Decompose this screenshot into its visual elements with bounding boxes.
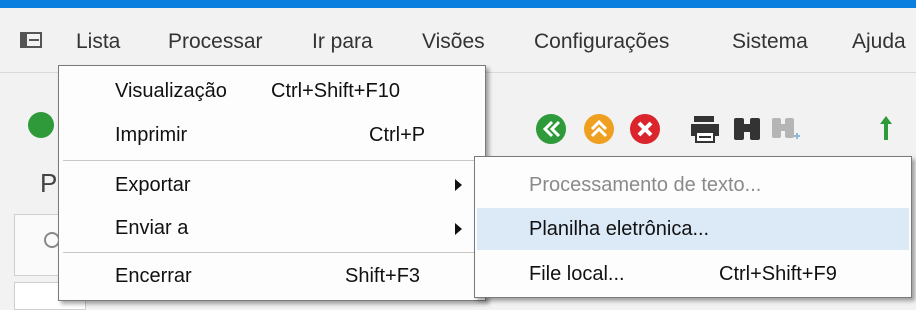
- menu-configuracoes[interactable]: Configurações: [534, 30, 669, 54]
- menu-item-encerrar-label: Encerrar: [115, 265, 192, 287]
- menu-processar[interactable]: Processar: [168, 30, 263, 54]
- submenu-item-planilha-eletronica[interactable]: Planilha eletrônica...: [529, 218, 709, 241]
- shortcut-encerrar: Shift+F3: [345, 265, 421, 287]
- exportar-submenu: Processamento de texto... Planilha eletr…: [474, 156, 912, 298]
- submenu-item-processamento-label: Processamento de texto...: [529, 174, 762, 196]
- menu-ajuda-label: Ajuda: [852, 30, 906, 53]
- back-icon[interactable]: [534, 112, 568, 146]
- find-next-icon[interactable]: [768, 112, 802, 146]
- menu-item-exportar[interactable]: Exportar: [115, 174, 191, 197]
- menu-visoes-label: Visões: [422, 30, 485, 53]
- menu-ir-para-label: Ir para: [312, 30, 373, 53]
- menu-item-imprimir-label: Imprimir: [115, 124, 188, 146]
- window-top-accent: [0, 0, 916, 8]
- menu-item-encerrar[interactable]: Encerrar: [115, 265, 192, 288]
- menu-sistema[interactable]: Sistema: [732, 30, 808, 54]
- menu-sistema-label: Sistema: [732, 30, 808, 53]
- print-icon[interactable]: [688, 112, 722, 146]
- submenu-item-processamento-de-texto: Processamento de texto...: [529, 174, 761, 197]
- shortcut-file-local: Ctrl+Shift+F9: [719, 263, 837, 285]
- submenu-item-planilha-label: Planilha eletrônica...: [529, 218, 710, 240]
- submenu-arrow-icon: [455, 179, 462, 191]
- menu-lista-label: Lista: [76, 30, 121, 53]
- menu-item-enviar-a[interactable]: Enviar a: [115, 217, 188, 240]
- menu-processar-label: Processar: [168, 30, 263, 53]
- menu-configuracoes-label: Configurações: [534, 30, 670, 53]
- shortcut-imprimir: Ctrl+P: [369, 124, 426, 146]
- menu-separator: [63, 160, 479, 161]
- lista-dropdown-menu: Visualização Ctrl+Shift+F10 Imprimir Ctr…: [58, 65, 486, 301]
- menu-lista[interactable]: Lista: [76, 30, 120, 54]
- menu-ir-para[interactable]: Ir para: [312, 30, 373, 54]
- sap-menu-icon[interactable]: [20, 32, 42, 48]
- submenu-item-file-local-label: File local...: [529, 263, 625, 285]
- submenu-item-file-local[interactable]: File local...: [529, 263, 625, 286]
- menu-item-imprimir[interactable]: Imprimir: [115, 124, 187, 147]
- menu-visoes[interactable]: Visões: [422, 30, 485, 54]
- menu-item-exportar-label: Exportar: [115, 174, 191, 196]
- enter-icon[interactable]: [28, 112, 54, 138]
- cancel-icon[interactable]: [628, 112, 662, 146]
- menu-ajuda[interactable]: Ajuda: [852, 30, 906, 54]
- find-icon[interactable]: [730, 112, 764, 146]
- menu-item-visualizacao-label: Visualização: [115, 80, 227, 102]
- submenu-arrow-icon: [455, 223, 462, 235]
- menu-item-enviar-a-label: Enviar a: [115, 217, 189, 239]
- menu-item-visualizacao[interactable]: Visualização: [115, 80, 227, 103]
- menu-separator: [63, 252, 479, 253]
- shortcut-visualizacao: Ctrl+Shift+F10: [271, 80, 400, 102]
- sort-icon[interactable]: [876, 112, 910, 146]
- page-title-fragment: P: [40, 168, 58, 198]
- exit-icon[interactable]: [582, 112, 616, 146]
- menu-bar: Lista Processar Ir para Visões Configura…: [0, 8, 916, 73]
